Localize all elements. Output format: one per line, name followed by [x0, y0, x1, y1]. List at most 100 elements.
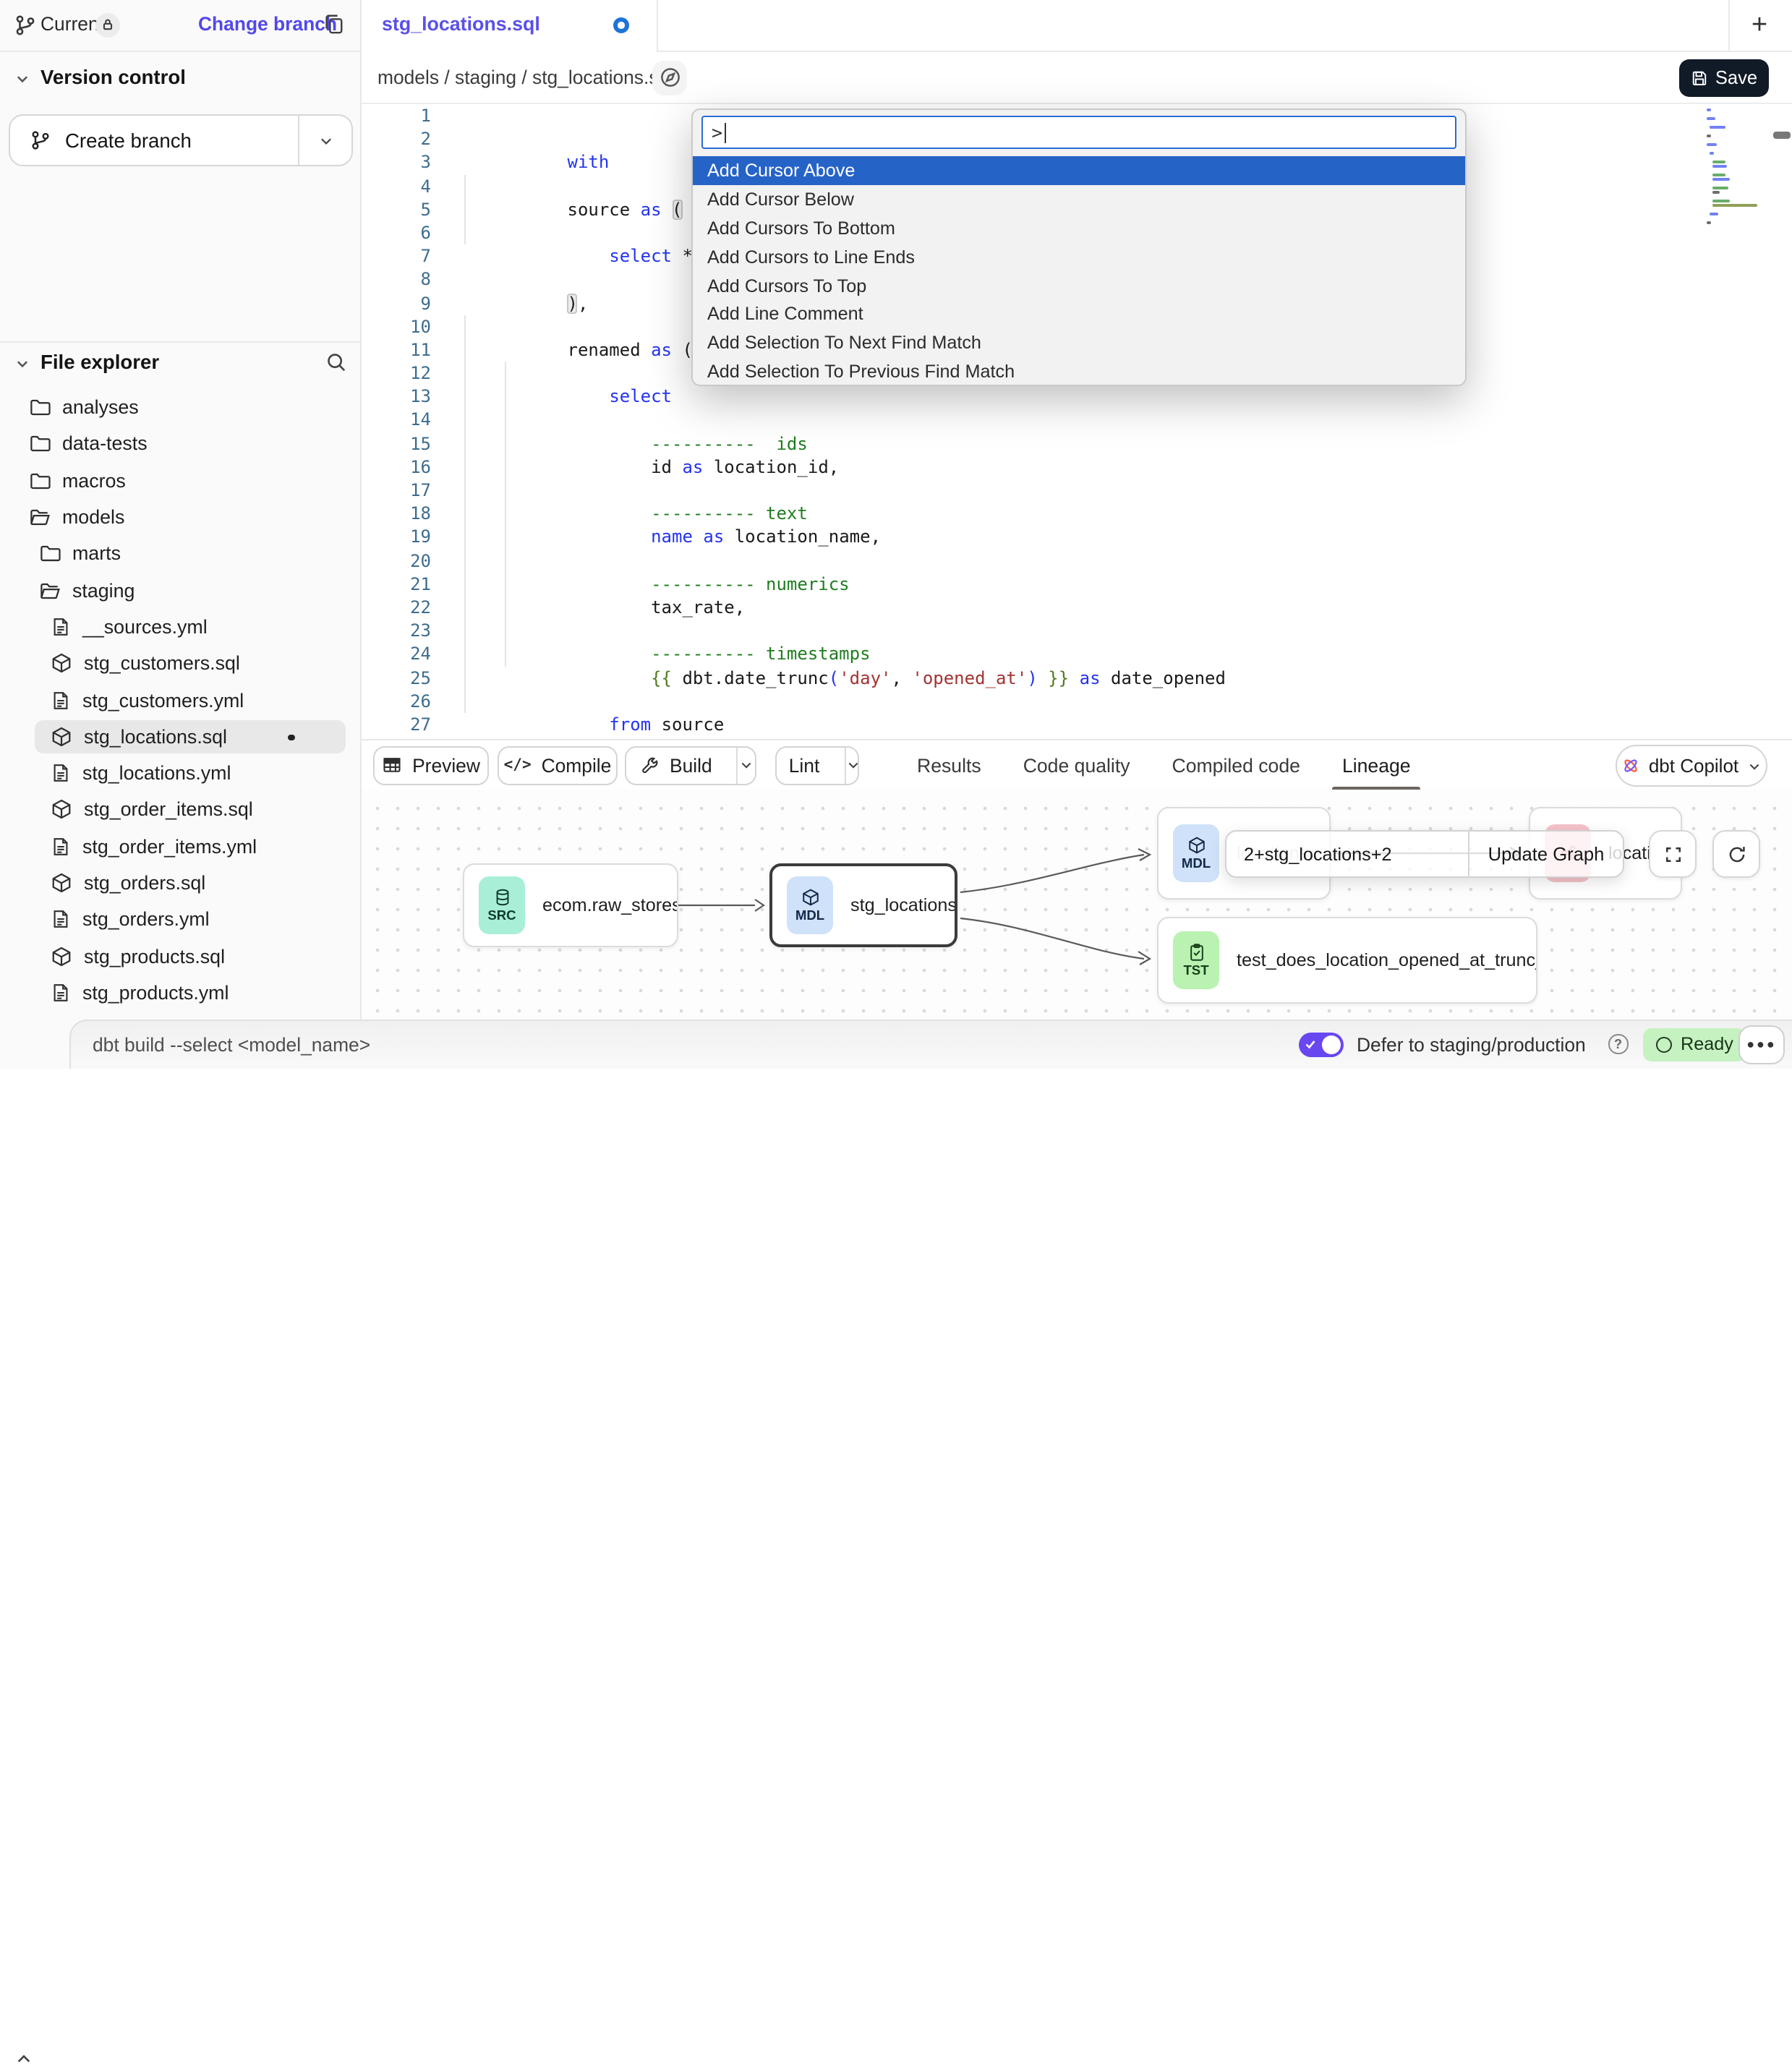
code-line[interactable]: 22 ---------- timestamps: [362, 596, 1792, 619]
tabbar-divider: [1728, 0, 1730, 51]
create-branch-button[interactable]: Create branch: [9, 114, 353, 166]
code-line[interactable]: 24: [362, 643, 1792, 666]
unsaved-dot-icon: [613, 17, 629, 33]
code-line[interactable]: 23 {{ dbt.date_trunc('day', 'opened_at')…: [362, 619, 1792, 642]
code-line[interactable]: 17 name as location_name,: [362, 479, 1792, 502]
version-control-header[interactable]: Version control: [0, 64, 360, 95]
search-icon[interactable]: [325, 351, 347, 373]
status-ring-icon: [1656, 1036, 1672, 1052]
test-badge: TST: [1173, 931, 1219, 989]
copy-icon[interactable]: [323, 13, 344, 35]
lint-dropdown[interactable]: [844, 747, 860, 783]
file-row[interactable]: analyses: [0, 389, 360, 426]
dbt-copilot-button[interactable]: dbt Copilot: [1616, 745, 1767, 787]
folder-icon: [29, 469, 51, 491]
explorer-compass-icon[interactable]: [652, 60, 687, 95]
line-number: 25: [362, 666, 431, 689]
create-branch-dropdown[interactable]: [298, 116, 351, 165]
breadcrumb: models / staging / stg_locations.sql: [377, 66, 673, 87]
file-row[interactable]: stg_orders.yml: [0, 901, 360, 938]
build-dropdown[interactable]: [737, 747, 755, 783]
command-item[interactable]: Add Cursor Above: [693, 156, 1465, 185]
lineage-node-source[interactable]: SRC ecom.raw_stores: [463, 863, 678, 947]
command-item[interactable]: Add Cursors To Top: [693, 271, 1465, 300]
help-icon[interactable]: ?: [1608, 1034, 1628, 1054]
command-item[interactable]: Add Line Comment: [693, 300, 1465, 329]
code-line[interactable]: 21: [362, 573, 1792, 596]
file-tree: analyses data-tests macros models ma: [0, 389, 360, 1011]
line-number: 10: [362, 315, 431, 338]
change-branch-link[interactable]: Change branch: [198, 13, 337, 35]
panel-tab[interactable]: Lineage: [1342, 740, 1411, 791]
file-row[interactable]: stg_customers.sql: [0, 645, 360, 682]
new-tab-button[interactable]: +: [1744, 10, 1775, 40]
command-item[interactable]: Add Cursors To Bottom: [693, 214, 1465, 243]
file-row[interactable]: marts: [0, 535, 360, 572]
minimap[interactable]: [1701, 104, 1788, 237]
file-row[interactable]: staging: [0, 572, 360, 609]
folder-icon: [29, 433, 51, 455]
code-line[interactable]: 13 ---------- ids: [362, 385, 1792, 409]
preview-button[interactable]: Preview: [373, 745, 489, 785]
file-row[interactable]: macros: [0, 462, 360, 499]
file-row[interactable]: stg_orders.sql: [0, 865, 360, 902]
graph-selector-input[interactable]: 2+stg_locations+2: [1226, 832, 1469, 876]
compile-button[interactable]: </> Compile: [498, 745, 618, 785]
chevron-down-icon: [14, 71, 30, 87]
indent-guide: [464, 174, 465, 244]
file-explorer-header[interactable]: File explorer: [0, 349, 360, 380]
database-icon: [492, 888, 511, 907]
panel-tab[interactable]: Results: [917, 740, 981, 791]
minimap-slider[interactable]: [1773, 132, 1791, 139]
command-palette-input[interactable]: >: [701, 116, 1456, 149]
command-item[interactable]: Add Selection To Previous Find Match: [693, 357, 1465, 386]
file-row[interactable]: stg_products.yml: [0, 975, 360, 1012]
lint-button[interactable]: Lint: [775, 745, 859, 785]
code-line[interactable]: 27 ): [362, 713, 1792, 736]
file-row[interactable]: stg_customers.yml: [0, 682, 360, 719]
refresh-button[interactable]: [1712, 830, 1760, 878]
panel-tab[interactable]: Compiled code: [1172, 740, 1300, 791]
file-row[interactable]: stg_locations.yml: [0, 755, 360, 792]
tab-stg-locations[interactable]: stg_locations.sql: [362, 0, 658, 51]
code-line[interactable]: 14 id as location_id,: [362, 409, 1792, 432]
command-item[interactable]: Add Cursor Below: [693, 185, 1465, 214]
code-line[interactable]: 26: [362, 689, 1792, 712]
save-button[interactable]: Save: [1679, 59, 1769, 96]
lineage-node-test[interactable]: TST test_does_location_opened_at_trunc_t…: [1157, 917, 1537, 1004]
line-number: 15: [362, 432, 431, 455]
code-line[interactable]: 20 tax_rate,: [362, 549, 1792, 572]
file-row[interactable]: stg_products.sql: [0, 938, 360, 975]
file-row[interactable]: stg_locations.sql: [0, 718, 360, 755]
section-divider: [0, 341, 360, 343]
line-number: 21: [362, 573, 431, 596]
defer-toggle[interactable]: [1299, 1032, 1344, 1057]
command-input[interactable]: dbt build --select <model_name>: [93, 1020, 370, 1069]
file-row[interactable]: __sources.yml: [0, 609, 360, 646]
file-row[interactable]: data-tests: [0, 426, 360, 463]
code-line[interactable]: 19 ---------- numerics: [362, 526, 1792, 549]
folder-icon: [29, 396, 51, 418]
indent-guide: [505, 362, 507, 666]
doc-icon: [51, 909, 71, 931]
code-line[interactable]: 16 ---------- text: [362, 456, 1792, 479]
file-row[interactable]: stg_order_items.yml: [0, 828, 360, 865]
command-item[interactable]: Add Cursors to Line Ends: [693, 242, 1465, 271]
chevron-down-icon: [1747, 759, 1762, 773]
lineage-node-model-selected[interactable]: MDL stg_locations: [769, 863, 957, 947]
line-number: 13: [362, 385, 431, 409]
update-graph-button[interactable]: Update Graph: [1469, 832, 1623, 876]
lineage-panel[interactable]: SRC ecom.raw_stores MDL stg_locations MD…: [362, 790, 1792, 1020]
file-row[interactable]: models: [0, 499, 360, 536]
command-item[interactable]: Add Selection To Next Find Match: [693, 329, 1465, 358]
line-number: 22: [362, 596, 431, 619]
line-number: 11: [362, 338, 431, 362]
more-options-button[interactable]: ●●●: [1738, 1025, 1785, 1064]
collapse-panel-icon[interactable]: [14, 2049, 33, 2068]
panel-tab[interactable]: Code quality: [1023, 740, 1130, 791]
fullscreen-button[interactable]: [1649, 830, 1697, 878]
file-row[interactable]: stg_order_items.sql: [0, 792, 360, 829]
build-button[interactable]: Build: [625, 745, 756, 785]
code-line[interactable]: 18: [362, 502, 1792, 525]
code-line[interactable]: 15: [362, 432, 1792, 455]
